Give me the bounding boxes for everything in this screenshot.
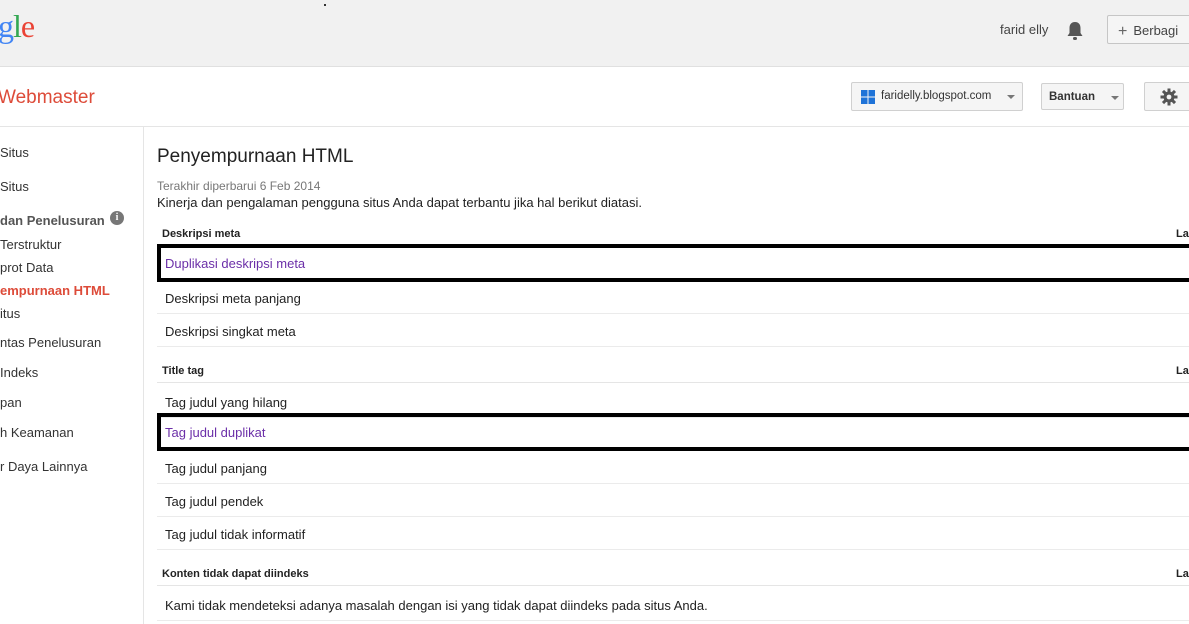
issue-label: Tag judul tidak informatif [165,527,306,542]
account-name[interactable]: farid elly [1000,22,1048,37]
site-selector[interactable]: faridelly.blogspot.com [851,82,1023,111]
column-header: La [1176,365,1189,377]
help-label: Bantuan [1049,91,1095,103]
group-title: Konten tidak dapat diindeks [162,568,309,580]
table-row: Tag judul pendek [157,484,1189,517]
sidebar-section-search[interactable]: dan Penelusuran [0,213,105,228]
info-icon[interactable]: i [110,211,124,225]
group-title: Deskripsi meta [162,228,241,240]
group-header-title-tag: Title tag La [157,365,1189,383]
page-description: Kinerja dan pengalaman pengguna situs An… [157,195,642,210]
help-button[interactable]: Bantuan [1041,83,1124,110]
table-row[interactable]: Tag judul duplikat [157,413,1189,451]
status-message: Kami tidak mendeteksi adanya masalah den… [165,598,708,613]
group-title: Title tag [162,365,204,377]
table-row: Tag judul panjang [157,451,1189,484]
issue-label: Tag judul pendek [165,494,264,509]
table-row: Deskripsi singkat meta [157,314,1189,347]
google-logo[interactable]: gle [0,8,35,45]
page-title: Penyempurnaan HTML [157,146,354,167]
windows-logo-icon [861,90,875,104]
gear-icon [1160,88,1178,106]
table-row: Deskripsi meta panjang [157,281,1189,314]
issue-label: Tag judul panjang [165,461,267,476]
issue-label: Deskripsi meta panjang [165,291,301,306]
sub-header: Webmaster faridelly.blogspot.com Bantuan [0,67,1189,127]
group-header-non-indexable: Konten tidak dapat diindeks La [157,568,1189,586]
share-label: Berbagi [1133,23,1179,38]
column-header: La [1176,568,1189,580]
column-header: La [1176,228,1189,240]
main-content: Penyempurnaan HTML Terakhir diperbarui 6… [157,127,1189,624]
product-name[interactable]: Webmaster [0,87,95,109]
settings-button[interactable] [1144,82,1189,111]
issue-label: Tag judul yang hilang [165,395,288,410]
table-row: Tag judul tidak informatif [157,517,1189,550]
sidebar-item-search-traffic[interactable]: ntas Penelusuran [0,335,101,350]
sidebar-item-crawl[interactable]: pan [0,395,22,410]
chevron-down-icon [1111,96,1119,100]
bell-icon[interactable] [1065,20,1085,42]
decorative-dot [324,4,326,6]
sidebar-item-html-improvements[interactable]: empurnaan HTML [0,283,110,298]
last-updated: Terakhir diperbarui 6 Feb 2014 [157,179,321,193]
issue-link[interactable]: Tag judul duplikat [165,425,265,440]
table-row[interactable]: Duplikasi deskripsi meta [157,244,1189,282]
sidebar-item-other-resources[interactable]: r Daya Lainnya [0,459,87,474]
sidebar-item-index[interactable]: Indeks [0,365,38,380]
sidebar-item-data-highlighter[interactable]: prot Data [0,260,53,275]
sidebar-item-security[interactable]: h Keamanan [0,425,74,440]
chevron-down-icon [1007,95,1015,99]
sidebar-item-structured[interactable]: Terstruktur [0,237,61,252]
sidebar-item-situs-2[interactable]: Situs [0,179,29,194]
issue-label: Deskripsi singkat meta [165,324,296,339]
sidebar: Situs Situs dan Penelusuran i Terstruktu… [0,127,144,624]
site-url: faridelly.blogspot.com [881,90,992,102]
sidebar-item-sitelinks[interactable]: itus [0,306,20,321]
plus-icon: + [1118,23,1128,40]
sidebar-item-situs-1[interactable]: Situs [0,145,29,160]
share-button[interactable]: + Berbagi [1107,15,1189,44]
top-bar: gle farid elly + Berbagi [0,0,1189,67]
table-row: Kami tidak mendeteksi adanya masalah den… [157,588,1189,621]
issue-link[interactable]: Duplikasi deskripsi meta [165,256,305,271]
